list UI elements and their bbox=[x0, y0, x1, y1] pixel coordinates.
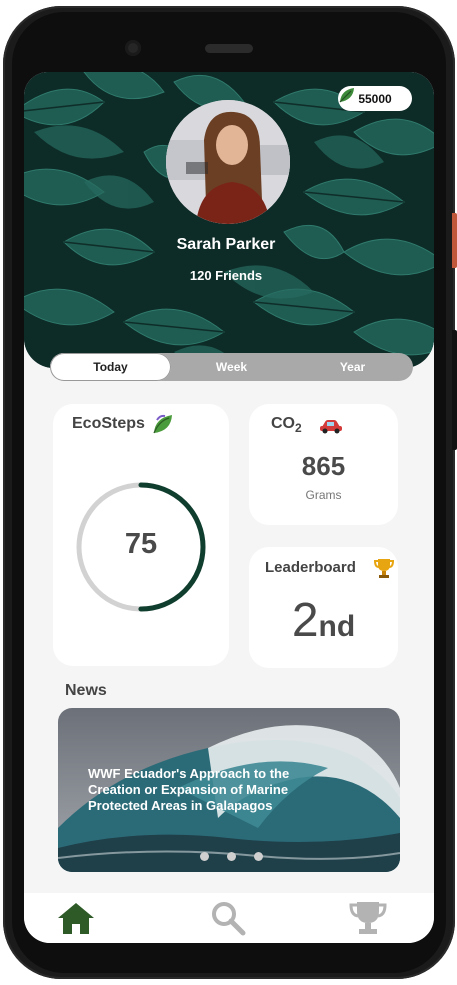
period-tabs: Today Week Year bbox=[50, 353, 413, 381]
news-headline[interactable]: WWF Ecuador's Approach to the Creation o… bbox=[88, 766, 318, 814]
nav-home[interactable] bbox=[54, 899, 98, 937]
carousel-dot[interactable] bbox=[227, 852, 236, 861]
profile-header: 55000 Sarah Parker 120 Friends bbox=[24, 72, 434, 368]
trophy-icon bbox=[349, 902, 387, 934]
avatar[interactable] bbox=[166, 100, 290, 224]
coin-balance-pill[interactable]: 55000 bbox=[338, 86, 412, 111]
co2-value: 865 bbox=[301, 451, 346, 481]
search-icon bbox=[212, 902, 246, 936]
ecosteps-title: EcoSteps bbox=[72, 415, 145, 432]
nav-search[interactable] bbox=[206, 899, 250, 937]
leaf-icon bbox=[153, 414, 172, 434]
carousel-dot[interactable] bbox=[200, 852, 209, 861]
tab-today[interactable]: Today bbox=[50, 353, 171, 381]
leaderboard-rank: 2nd bbox=[291, 594, 356, 647]
leaderboard-title: Leaderboard bbox=[265, 559, 356, 576]
trophy-icon bbox=[374, 559, 394, 578]
ecosteps-value: 75 bbox=[124, 528, 158, 560]
tab-week[interactable]: Week bbox=[171, 353, 292, 381]
tab-year[interactable]: Year bbox=[292, 353, 413, 381]
front-camera bbox=[125, 40, 141, 56]
news-section-title: News bbox=[65, 682, 107, 699]
coin-balance: 55000 bbox=[358, 91, 392, 106]
earpiece-speaker bbox=[205, 44, 253, 53]
co2-title: CO2 bbox=[271, 415, 302, 436]
co2-unit: Grams bbox=[305, 488, 342, 502]
volume-button bbox=[452, 330, 457, 450]
leaf-icon bbox=[339, 88, 354, 103]
power-button bbox=[452, 213, 457, 268]
co2-card[interactable]: CO2 865 Grams bbox=[249, 404, 398, 525]
car-icon bbox=[320, 420, 342, 434]
news-card[interactable]: WWF Ecuador's Approach to the Creation o… bbox=[58, 708, 400, 872]
nav-leaderboard[interactable] bbox=[346, 899, 390, 937]
home-icon bbox=[58, 903, 94, 934]
carousel-dots bbox=[200, 852, 263, 861]
ecosteps-card[interactable]: EcoSteps 75 bbox=[53, 404, 229, 666]
avatar-photo bbox=[166, 100, 290, 224]
friends-count[interactable]: 120 Friends bbox=[24, 268, 428, 283]
user-name: Sarah Parker bbox=[176, 236, 276, 253]
bottom-nav bbox=[24, 893, 434, 943]
carousel-dot[interactable] bbox=[254, 852, 263, 861]
app-screen: 55000 Sarah Parker 120 Friends Today Wee… bbox=[24, 72, 434, 943]
leaderboard-card[interactable]: Leaderboard 2nd bbox=[249, 547, 398, 668]
